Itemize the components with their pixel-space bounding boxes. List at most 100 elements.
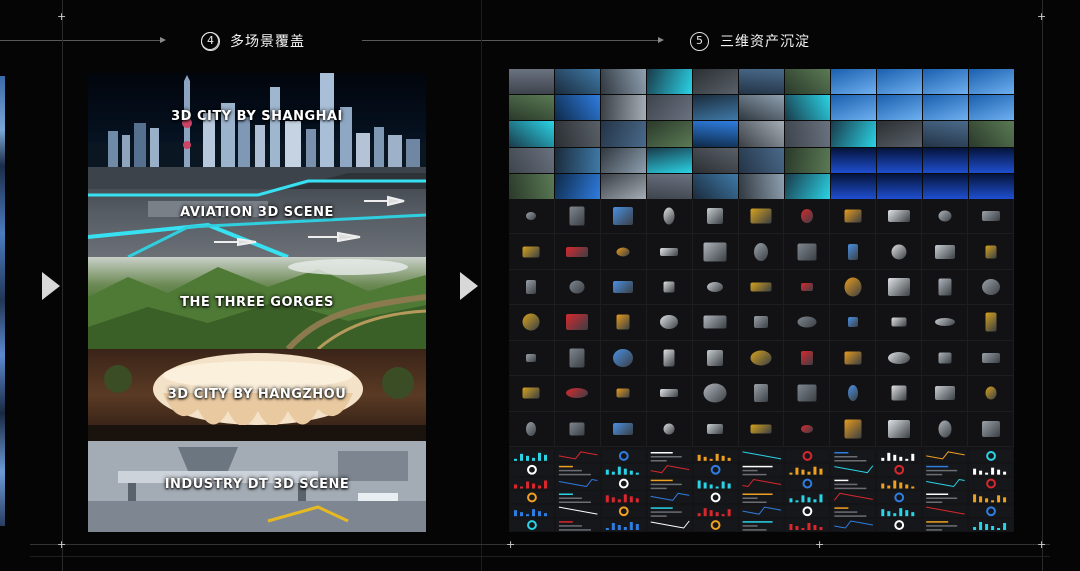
- object-model-tile[interactable]: [646, 340, 693, 377]
- scene-thumbnail[interactable]: [923, 95, 968, 121]
- object-model-tile[interactable]: [830, 340, 877, 377]
- dashboard-widget[interactable]: [923, 505, 968, 518]
- object-model-tile[interactable]: [692, 305, 739, 341]
- object-model-tile[interactable]: [830, 234, 877, 270]
- object-model-tile[interactable]: [784, 305, 831, 341]
- object-model-tile[interactable]: [600, 305, 647, 341]
- object-model-tile[interactable]: [968, 305, 1014, 341]
- scene-thumbnail[interactable]: [647, 173, 692, 199]
- object-model-tile[interactable]: [968, 340, 1014, 377]
- scene-thumbnail[interactable]: [555, 147, 600, 173]
- scene-thumbnail[interactable]: [555, 173, 600, 199]
- scene-thumbnail[interactable]: [923, 173, 968, 199]
- object-model-tile[interactable]: [646, 376, 693, 412]
- scene-thumbnail[interactable]: [969, 121, 1014, 147]
- object-model-tile[interactable]: [738, 340, 785, 377]
- object-model-tile[interactable]: [922, 376, 969, 412]
- object-model-tile[interactable]: [830, 376, 877, 412]
- object-model-tile[interactable]: [968, 376, 1014, 412]
- object-model-tile[interactable]: [554, 305, 601, 341]
- object-model-tile[interactable]: [554, 234, 601, 270]
- object-model-tile[interactable]: [876, 199, 923, 235]
- scene-thumbnail[interactable]: [647, 95, 692, 121]
- object-model-tile[interactable]: [738, 199, 785, 235]
- object-model-tile[interactable]: [738, 234, 785, 270]
- object-model-tile[interactable]: [876, 305, 923, 341]
- object-model-tile[interactable]: [830, 199, 877, 235]
- object-model-tile[interactable]: [509, 199, 555, 235]
- object-model-tile[interactable]: [509, 340, 555, 377]
- scene-thumbnail[interactable]: [969, 69, 1014, 95]
- scene-thumbnail[interactable]: [923, 69, 968, 95]
- object-model-tile[interactable]: [784, 199, 831, 235]
- object-model-tile[interactable]: [784, 340, 831, 377]
- object-model-tile[interactable]: [692, 199, 739, 235]
- object-model-tile[interactable]: [646, 234, 693, 270]
- scene-thumbnail[interactable]: [923, 121, 968, 147]
- object-model-tile[interactable]: [968, 269, 1014, 306]
- object-model-tile[interactable]: [784, 411, 831, 447]
- object-model-tile[interactable]: [692, 376, 739, 412]
- object-model-tile[interactable]: [830, 305, 877, 341]
- scene-thumbnail[interactable]: [601, 95, 646, 121]
- scene-thumbnail[interactable]: [647, 147, 692, 173]
- scene-thumbnail[interactable]: [509, 95, 554, 121]
- scene-thumbnail[interactable]: [831, 147, 876, 173]
- scene-thumbnail[interactable]: [969, 173, 1014, 199]
- dashboard-widget[interactable]: [555, 505, 600, 518]
- scene-thumbnail[interactable]: [877, 173, 922, 199]
- object-model-tile[interactable]: [692, 411, 739, 447]
- object-model-tile[interactable]: [784, 234, 831, 270]
- scene-thumbnail[interactable]: [877, 147, 922, 173]
- object-model-tile[interactable]: [509, 234, 555, 270]
- scene-thumbnail[interactable]: [831, 121, 876, 147]
- object-model-tile[interactable]: [922, 305, 969, 341]
- scene-thumbnail[interactable]: [877, 121, 922, 147]
- object-model-tile[interactable]: [830, 269, 877, 306]
- scene-thumbnail[interactable]: [693, 121, 738, 147]
- object-model-tile[interactable]: [876, 234, 923, 270]
- scene-thumbnail[interactable]: [509, 121, 554, 147]
- scene-thumbnail[interactable]: [877, 95, 922, 121]
- object-model-tile[interactable]: [692, 269, 739, 306]
- scene-thumbnail[interactable]: [509, 69, 554, 95]
- object-model-tile[interactable]: [600, 199, 647, 235]
- object-model-tile[interactable]: [692, 234, 739, 270]
- object-model-tile[interactable]: [922, 199, 969, 235]
- object-model-tile[interactable]: [738, 376, 785, 412]
- dashboard-widget[interactable]: [739, 450, 784, 462]
- scene-thumbnail[interactable]: [831, 95, 876, 121]
- object-model-tile[interactable]: [600, 234, 647, 270]
- object-model-tile[interactable]: [600, 376, 647, 412]
- scene-thumbnail[interactable]: [693, 95, 738, 121]
- scene-thumbnail[interactable]: [647, 121, 692, 147]
- object-model-tile[interactable]: [922, 340, 969, 377]
- object-model-tile[interactable]: [876, 269, 923, 306]
- scene-thumbnail[interactable]: [739, 69, 784, 95]
- scene-thumbnail[interactable]: [923, 147, 968, 173]
- object-model-tile[interactable]: [509, 269, 555, 306]
- object-model-tile[interactable]: [968, 411, 1014, 447]
- scene-thumbnail[interactable]: [785, 173, 830, 199]
- object-model-tile[interactable]: [554, 376, 601, 412]
- object-model-tile[interactable]: [876, 376, 923, 412]
- object-model-tile[interactable]: [922, 411, 969, 447]
- object-model-tile[interactable]: [922, 269, 969, 306]
- scene-thumbnail[interactable]: [693, 69, 738, 95]
- scene-thumbnail[interactable]: [785, 69, 830, 95]
- object-model-tile[interactable]: [830, 411, 877, 447]
- scene-thumbnail[interactable]: [785, 95, 830, 121]
- scene-thumbnail[interactable]: [555, 121, 600, 147]
- object-model-tile[interactable]: [646, 199, 693, 235]
- scene-thumbnail[interactable]: [601, 69, 646, 95]
- object-model-tile[interactable]: [509, 411, 555, 447]
- object-model-tile[interactable]: [738, 269, 785, 306]
- object-model-tile[interactable]: [554, 199, 601, 235]
- scene-thumbnail[interactable]: [877, 69, 922, 95]
- object-model-tile[interactable]: [922, 234, 969, 270]
- object-model-tile[interactable]: [738, 305, 785, 341]
- object-model-tile[interactable]: [784, 269, 831, 306]
- object-model-tile[interactable]: [600, 340, 647, 377]
- dashboard-widget[interactable]: [831, 491, 876, 504]
- object-model-tile[interactable]: [968, 199, 1014, 235]
